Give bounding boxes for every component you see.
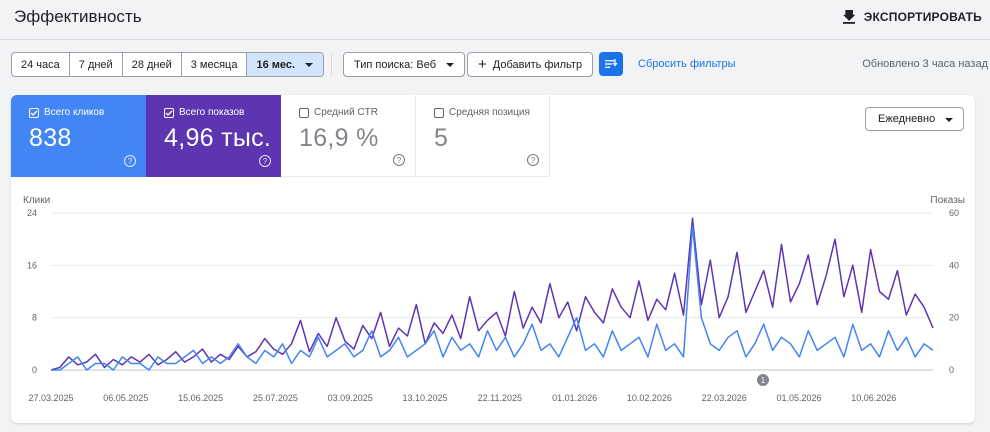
x-tick-label: 13.10.2025 xyxy=(402,393,447,403)
y-left-tick-label: 8 xyxy=(32,313,37,323)
export-label: ЭКСПОРТИРОВАТЬ xyxy=(863,10,982,24)
divider xyxy=(331,54,332,76)
y-left-tick-label: 16 xyxy=(27,260,37,270)
filter-bar: 24 часа 7 дней 28 дней 3 месяца 16 мес. … xyxy=(0,52,990,78)
performance-card: Всего кликов 838 ? Всего показов 4,96 ты… xyxy=(11,95,975,423)
filter-list-icon xyxy=(605,59,618,68)
y-right-tick-label: 0 xyxy=(949,365,954,375)
range-16m[interactable]: 16 мес. xyxy=(247,53,324,76)
y-right-tick-label: 40 xyxy=(949,260,959,270)
performance-chart: 24 60 16 40 8 20 0 0 27.03.2025 06.05.2025 15.06.2… xyxy=(27,208,959,403)
y-left-tick-label: 24 xyxy=(27,208,37,218)
chevron-down-icon xyxy=(305,62,314,67)
annotation-label: 1 xyxy=(761,376,766,385)
range-7d[interactable]: 7 дней xyxy=(70,53,123,76)
range-28d[interactable]: 28 дней xyxy=(123,53,182,76)
x-tick-label: 01.05.2026 xyxy=(776,393,821,403)
updated-status: Обновлено 3 часа назад xyxy=(862,58,988,70)
x-tick-label: 06.05.2025 xyxy=(103,393,148,403)
x-tick-label: 10.02.2026 xyxy=(627,393,672,403)
page-title: Эффективность xyxy=(14,7,142,26)
filter-settings-button[interactable] xyxy=(599,52,623,76)
date-range-selector: 24 часа 7 дней 28 дней 3 месяца 16 мес. xyxy=(11,52,325,77)
plus-icon: + xyxy=(478,56,487,73)
range-16m-label: 16 мес. xyxy=(256,58,296,71)
search-type-dropdown[interactable]: Тип поиска: Веб xyxy=(343,52,466,77)
y-right-tick-label: 60 xyxy=(949,208,959,218)
add-filter-button[interactable]: + Добавить фильтр xyxy=(467,52,594,77)
search-type-label: Тип поиска: Веб xyxy=(354,58,437,71)
x-tick-label: 03.09.2025 xyxy=(328,393,373,403)
add-filter-label: Добавить фильтр xyxy=(492,58,583,71)
header-bar: Эффективность ЭКСПОРТИРОВАТЬ xyxy=(0,0,990,40)
x-tick-label: 27.03.2025 xyxy=(28,393,73,403)
impressions-series-line xyxy=(50,217,934,371)
x-tick-label: 22.11.2025 xyxy=(478,393,522,403)
export-button[interactable]: ЭКСПОРТИРОВАТЬ xyxy=(842,6,982,28)
x-tick-label: 22.03.2026 xyxy=(702,393,747,403)
clicks-series-line xyxy=(51,225,934,371)
range-24h[interactable]: 24 часа xyxy=(12,53,70,76)
x-tick-label: 25.07.2025 xyxy=(253,393,298,403)
y-right-tick-label: 20 xyxy=(949,313,959,323)
x-tick-label: 01.01.2026 xyxy=(552,393,597,403)
download-icon xyxy=(842,10,856,24)
y-left-tick-label: 0 xyxy=(32,365,37,375)
reset-filters-link[interactable]: Сбросить фильтры xyxy=(638,58,736,70)
range-3m[interactable]: 3 месяца xyxy=(182,53,248,76)
x-tick-label: 10.06.2026 xyxy=(851,393,896,403)
chevron-down-icon xyxy=(446,62,455,67)
x-tick-label: 15.06.2025 xyxy=(178,393,223,403)
